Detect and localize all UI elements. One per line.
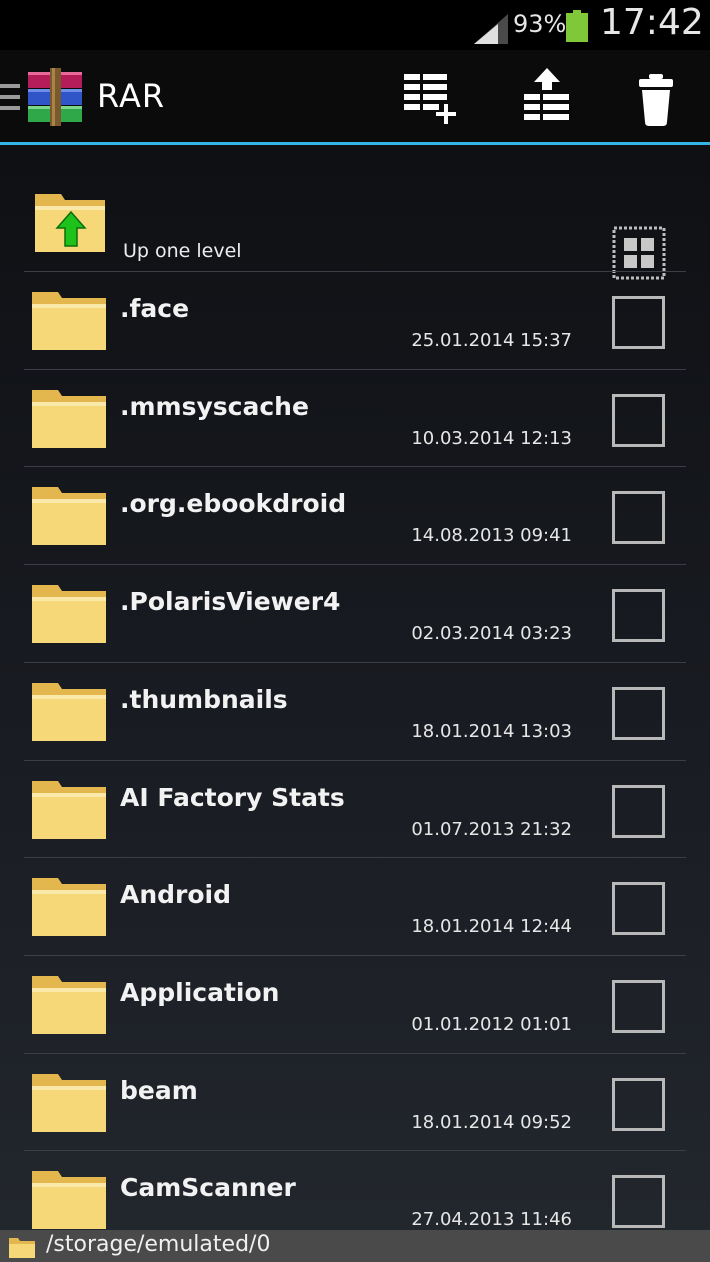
item-name: CamScanner [120,1173,296,1203]
item-date: 18.01.2014 09:52 [411,1111,572,1133]
list-item[interactable]: .PolarisViewer4 02.03.2014 03:23 [0,565,710,662]
item-date: 14.08.2013 09:41 [411,525,572,547]
folder-icon [32,487,106,546]
winrar-logo-icon[interactable] [26,68,86,126]
up-one-level-row[interactable]: Up one level [0,175,710,280]
item-date: 01.01.2012 01:01 [411,1013,572,1035]
action-bar: RAR [0,50,710,145]
item-name: AI Factory Stats [120,782,345,812]
item-name: .thumbnails [120,684,288,714]
item-date: 10.03.2014 12:13 [411,427,572,449]
item-checkbox[interactable] [612,784,665,838]
app-title: RAR [97,77,166,115]
folder-icon [9,1238,35,1258]
folder-icon [32,682,106,741]
item-checkbox[interactable] [612,882,665,936]
delete-icon[interactable] [624,68,690,130]
up-one-level-label: Up one level [123,240,242,262]
item-name: .face [120,294,190,323]
list-item[interactable]: .face 25.01.2014 15:37 [0,272,710,369]
item-checkbox[interactable] [612,393,665,447]
list-item[interactable]: .org.ebookdroid 14.08.2013 09:41 [0,467,710,564]
extract-icon[interactable] [514,68,580,130]
item-name: Android [120,880,232,910]
item-date: 27.04.2013 11:46 [411,1209,572,1230]
folder-icon [32,389,106,448]
item-checkbox[interactable] [612,1077,665,1131]
item-checkbox[interactable] [612,686,665,740]
list-item[interactable]: Android 18.01.2014 12:44 [0,858,710,955]
current-path: /storage/emulated/0 [46,1232,271,1257]
folder-icon [32,975,106,1034]
item-checkbox[interactable] [612,296,665,349]
list-item[interactable]: beam 18.01.2014 09:52 [0,1054,710,1151]
item-name: .mmsyscache [120,391,309,421]
item-date: 01.07.2013 21:32 [411,818,572,840]
list-item[interactable]: .mmsyscache 10.03.2014 12:13 [0,370,710,467]
item-checkbox[interactable] [612,1175,665,1229]
item-name: .org.ebookdroid [120,489,347,519]
item-checkbox[interactable] [612,589,665,643]
item-name: Application [120,977,280,1007]
item-date: 25.01.2014 15:37 [411,330,572,351]
signal-icon [474,14,508,44]
list-item[interactable]: .thumbnails 18.01.2014 13:03 [0,663,710,760]
list-item[interactable]: CamScanner 27.04.2013 11:46 [0,1151,710,1230]
list-item[interactable]: AI Factory Stats 01.07.2013 21:32 [0,761,710,858]
item-checkbox[interactable] [612,491,665,545]
item-name: .PolarisViewer4 [120,587,341,617]
add-to-archive-icon[interactable] [398,68,464,130]
path-bar: /storage/emulated/0 [0,1230,710,1262]
folder-icon [32,585,106,644]
menu-icon[interactable] [0,84,20,110]
folder-icon [32,878,106,937]
battery-icon [566,10,588,42]
item-date: 02.03.2014 03:23 [411,623,572,645]
item-name: beam [120,1075,198,1105]
folder-up-icon [35,194,105,252]
folder-icon [32,780,106,839]
folder-icon [32,1073,106,1132]
folder-icon [32,1171,106,1230]
item-checkbox[interactable] [612,979,665,1033]
item-date: 18.01.2014 12:44 [411,916,572,938]
list-item[interactable]: Application 01.01.2012 01:01 [0,956,710,1053]
folder-icon [32,292,106,350]
status-bar: 93% 17:42 [0,0,710,50]
item-date: 18.01.2014 13:03 [411,720,572,742]
battery-percent: 93% [513,10,567,38]
file-list: Up one level .face 25.01.2014 15:37 .mmsys… [0,145,710,1230]
clock: 17:42 [600,2,704,43]
